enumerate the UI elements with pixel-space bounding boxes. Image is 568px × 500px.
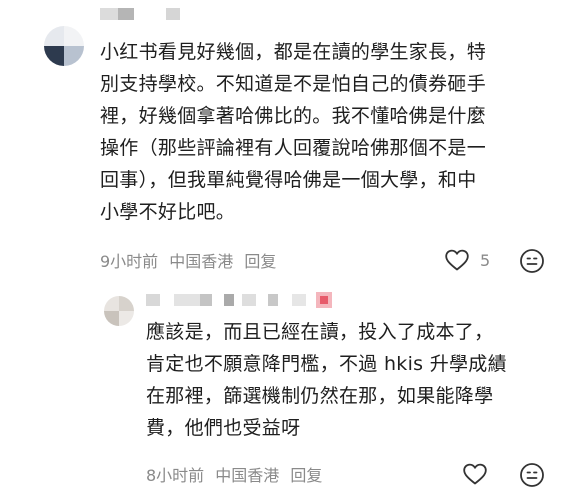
comment-text: 小红书看見好幾個，都是在讀的學生家長，特 別支持學校。不知道是不是怕自己的債券砸… xyxy=(100,36,550,228)
location: 中国香港 xyxy=(169,252,234,271)
comment-line: 回事），但我單純覺得哈佛是一個大學，和中 xyxy=(100,169,477,191)
avatar[interactable] xyxy=(44,26,84,66)
comment-line: 小红书看見好幾個，都是在讀的學生家長，特 xyxy=(100,41,487,63)
emoji-face-icon xyxy=(520,249,544,273)
reply-text: 應該是，而且已經在讀，投入了成本了， 肯定也不願意降門檻，不過 hkis 升學成… xyxy=(146,316,556,444)
comment-line: 肯定也不願意降門檻，不過 hkis 升學成績 xyxy=(146,353,507,375)
comment-meta: 9小时前 中国香港 回复 xyxy=(100,248,282,272)
comment-line: 應該是，而且已經在讀，投入了成本了， xyxy=(146,321,494,343)
reply-button[interactable]: 回复 xyxy=(244,252,276,271)
comment-line: 小學不好比吧。 xyxy=(100,201,236,223)
username-redacted[interactable] xyxy=(146,292,366,308)
comment-1: 小红书看見好幾個，都是在讀的學生家長，特 別支持學校。不知道是不是怕自己的債券砸… xyxy=(0,0,568,290)
comment-meta: 8小时前 中国香港 回复 xyxy=(146,462,328,486)
like-button[interactable] xyxy=(462,462,488,486)
avatar[interactable] xyxy=(104,296,134,326)
like-button[interactable]: 5 xyxy=(444,248,490,272)
react-button[interactable] xyxy=(519,248,545,278)
heart-outline-icon xyxy=(463,463,487,485)
location: 中国香港 xyxy=(215,466,280,485)
emoji-face-icon xyxy=(520,463,544,487)
comment-line: 在那裡，篩選機制仍然在那，如果能降學 xyxy=(146,385,494,407)
reply-button[interactable]: 回复 xyxy=(290,466,322,485)
comment-line: 別支持學校。不知道是不是怕自己的債券砸手 xyxy=(100,73,487,95)
heart-outline-icon xyxy=(445,249,469,271)
username-redacted[interactable] xyxy=(100,6,190,22)
comment-2: 應該是，而且已經在讀，投入了成本了， 肯定也不願意降門檻，不過 hkis 升學成… xyxy=(0,290,568,500)
react-button[interactable] xyxy=(519,462,545,492)
timestamp: 8小时前 xyxy=(146,466,205,485)
like-count: 5 xyxy=(480,250,491,270)
timestamp: 9小时前 xyxy=(100,252,159,271)
comment-line: 費，他們也受益呀 xyxy=(146,417,301,439)
comment-line: 裡，好幾個拿著哈佛比的。我不懂哈佛是什麼 xyxy=(100,105,487,127)
comment-line: 操作（那些評論裡有人回覆說哈佛那個不是一 xyxy=(100,137,487,159)
